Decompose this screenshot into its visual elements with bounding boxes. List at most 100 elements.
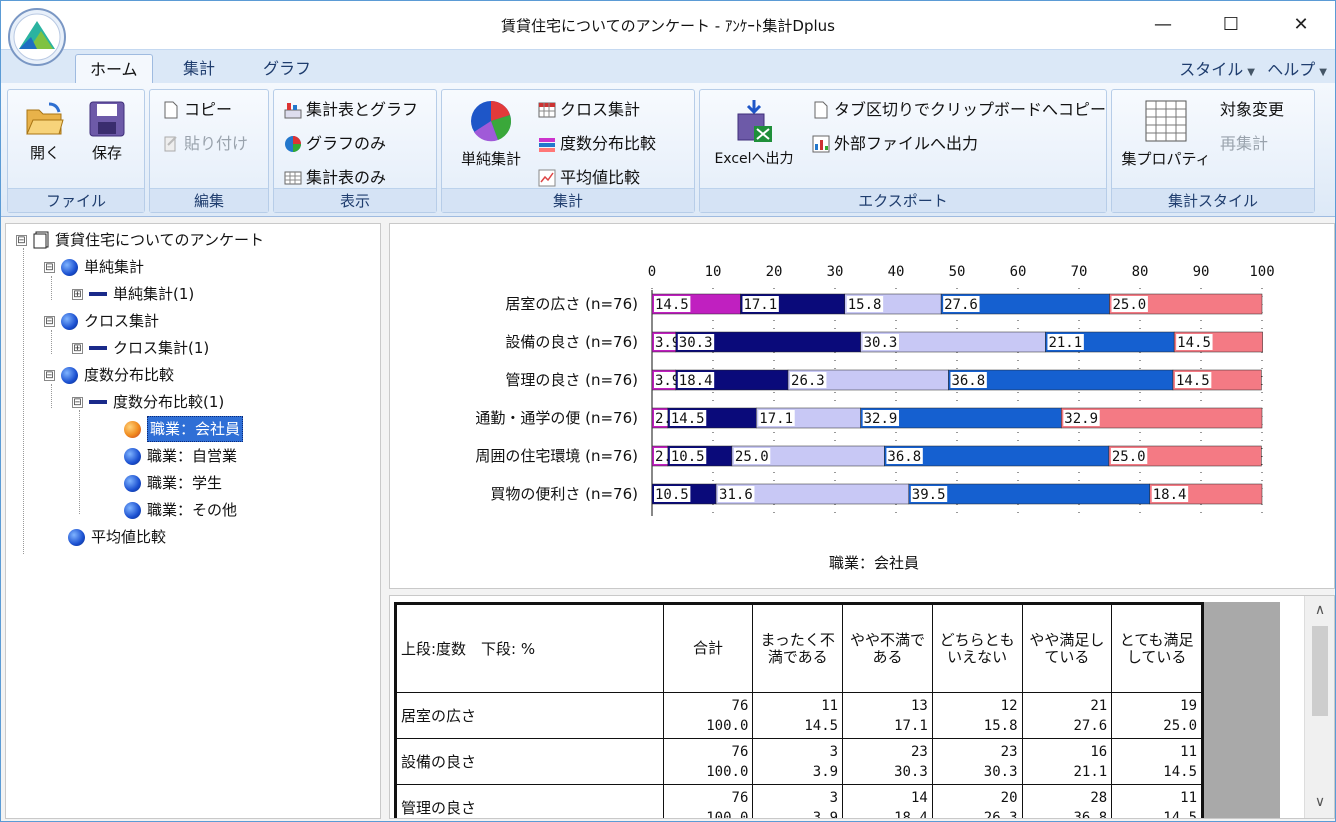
- collapse-icon[interactable]: ⊟: [44, 315, 55, 327]
- table-cell: 19 25.0: [1111, 692, 1202, 739]
- paste-button[interactable]: 貼り付け: [162, 130, 248, 158]
- cell-percent: 3.9: [812, 763, 839, 780]
- table-row-label: 管理の良さ: [396, 784, 664, 818]
- copy-button[interactable]: コピー: [162, 96, 232, 124]
- x-tick-label: 80: [1132, 264, 1149, 280]
- tree-leaf-company-employee[interactable]: 職業：会社員: [124, 416, 244, 442]
- cell-count: 28: [1090, 789, 1108, 806]
- tree-node-freq-label: 度数分布比較: [84, 366, 175, 384]
- minimize-button[interactable]: —: [1133, 1, 1193, 47]
- tree-leaf-student[interactable]: 職業：学生: [124, 471, 222, 495]
- paste-label: 貼り付け: [184, 134, 249, 153]
- tree-node-simple-child[interactable]: ⊞ 単純集計(1): [72, 282, 194, 306]
- excel-export-button[interactable]: Excelへ出力: [706, 98, 802, 168]
- table-cell: 76 100.0: [662, 738, 754, 785]
- save-label: 保存: [91, 144, 122, 162]
- value-label: 10.5: [671, 449, 705, 465]
- external-file-button[interactable]: 外部ファイルへ出力: [812, 130, 978, 158]
- close-button[interactable]: ✕: [1271, 1, 1331, 47]
- group-label-edit: 編集: [150, 188, 268, 212]
- x-tick-label: 100: [1249, 264, 1274, 280]
- tree-leaf-label: 職業：会社員: [147, 416, 244, 442]
- tree-node-freq[interactable]: ⊟ 度数分布比較: [44, 363, 174, 387]
- tree-leaf-self-employed[interactable]: 職業：自営業: [124, 444, 237, 468]
- properties-button[interactable]: 集プロパティ: [1118, 98, 1214, 169]
- value-label: 18.4: [1153, 487, 1187, 503]
- table-cell: 11 14.5: [752, 692, 844, 739]
- cell-count: 3: [829, 789, 839, 806]
- tree-node-freq-child[interactable]: ⊟ 度数分布比較(1): [72, 390, 224, 414]
- value-label: 32.9: [1064, 411, 1098, 427]
- cell-percent: 14.5: [1163, 763, 1197, 780]
- tree-node-simple[interactable]: ⊟ 単純集計: [44, 255, 144, 279]
- value-label: 15.8: [848, 297, 882, 313]
- table-cell: 21 27.6: [1021, 692, 1113, 739]
- freq-compare-button[interactable]: 度数分布比較: [538, 130, 656, 158]
- help-menu[interactable]: ヘルプ ▼: [1267, 56, 1327, 80]
- scroll-up-button[interactable]: ∧: [1305, 598, 1334, 622]
- graph-only-label: グラフのみ: [306, 134, 387, 153]
- collapse-icon[interactable]: ⊟: [72, 396, 83, 408]
- cell-count: 16: [1090, 743, 1108, 760]
- pie-chart-icon: [471, 101, 512, 142]
- simple-aggregate-label: 単純集計: [460, 150, 521, 168]
- value-label: 14.5: [1176, 373, 1210, 389]
- table-and-graph-button[interactable]: 集計表とグラフ: [284, 96, 418, 124]
- freq-compare-label: 度数分布比較: [560, 134, 657, 153]
- excel-export-icon: [737, 100, 772, 142]
- scroll-down-button[interactable]: ∨: [1305, 790, 1334, 814]
- table-cell: 16 21.1: [1021, 738, 1113, 785]
- value-label: 14.5: [1177, 335, 1211, 351]
- vertical-scrollbar[interactable]: ∧ ∨: [1304, 596, 1334, 818]
- x-tick-label: 90: [1193, 264, 1210, 280]
- collapse-icon[interactable]: ⊟: [44, 261, 55, 273]
- table-cell: 12 15.8: [931, 692, 1023, 739]
- simple-aggregate-button[interactable]: 単純集計: [448, 98, 534, 169]
- collapse-icon[interactable]: ⊟: [44, 369, 55, 381]
- app-window: 賃貸住宅についてのアンケート - ｱﾝｹｰﾄ集計Dplus — ☐ ✕ ホーム …: [0, 0, 1336, 822]
- x-tick-label: 50: [949, 264, 966, 280]
- table-item-icon: [89, 400, 107, 404]
- cell-percent: 18.4: [894, 809, 928, 819]
- group-view: 集計表とグラフ グラフのみ 集計表のみ 表示: [273, 89, 437, 213]
- table-row-label: 居室の広さ: [396, 692, 664, 739]
- group-file: 開く 保存 ファイル: [7, 89, 145, 213]
- expand-icon[interactable]: ⊞: [72, 342, 83, 354]
- table-header-row: 上段:度数 下段: % 合計 まったく不満である やや不満である どちらともいえ…: [396, 604, 1202, 693]
- tab-graph[interactable]: グラフ: [249, 54, 325, 84]
- title-bar: 賃貸住宅についてのアンケート - ｱﾝｹｰﾄ集計Dplus — ☐ ✕: [1, 1, 1335, 49]
- recalc-button[interactable]: 再集計: [1220, 130, 1268, 158]
- tree-connector: [51, 276, 52, 300]
- floppy-disk-icon: [89, 101, 125, 137]
- x-tick-label: 60: [1010, 264, 1027, 280]
- sphere-icon: [124, 501, 141, 519]
- change-target-button[interactable]: 対象変更: [1220, 96, 1284, 124]
- app-logo-icon[interactable]: [7, 7, 67, 67]
- tab-home[interactable]: ホーム: [75, 54, 153, 84]
- open-button[interactable]: 開く: [18, 100, 72, 163]
- scroll-thumb[interactable]: [1312, 626, 1328, 716]
- expand-icon[interactable]: ⊞: [72, 288, 83, 300]
- sphere-icon: [124, 474, 141, 492]
- collapse-icon[interactable]: ⊟: [16, 234, 27, 246]
- cross-aggregate-button[interactable]: クロス集計: [538, 96, 640, 124]
- maximize-button[interactable]: ☐: [1201, 1, 1261, 47]
- tree-leaf-label: 職業：自営業: [147, 447, 238, 465]
- graph-only-button[interactable]: グラフのみ: [284, 130, 386, 158]
- tree-root[interactable]: ⊟ 賃貸住宅についてのアンケート: [16, 228, 264, 252]
- group-label-file: ファイル: [8, 188, 144, 212]
- value-label: 14.5: [655, 297, 689, 313]
- tree-leaf-other[interactable]: 職業：その他: [124, 498, 237, 522]
- value-label: 30.3: [679, 335, 713, 351]
- tree-node-simple-label: 単純集計: [84, 258, 145, 276]
- save-button[interactable]: 保存: [80, 100, 134, 163]
- tree-node-mean[interactable]: 平均値比較: [68, 525, 166, 549]
- cell-count: 12: [1000, 697, 1018, 714]
- open-label: 開く: [29, 144, 60, 162]
- tab-clipboard-button[interactable]: タブ区切りでクリップボードへコピー: [812, 96, 1106, 124]
- tree-node-cross-child[interactable]: ⊞ クロス集計(1): [72, 336, 209, 360]
- tab-aggregate[interactable]: 集計: [169, 54, 229, 84]
- tree-root-label: 賃貸住宅についてのアンケート: [55, 231, 264, 249]
- style-menu[interactable]: スタイル ▼: [1179, 56, 1255, 80]
- tree-node-cross[interactable]: ⊟ クロス集計: [44, 309, 159, 333]
